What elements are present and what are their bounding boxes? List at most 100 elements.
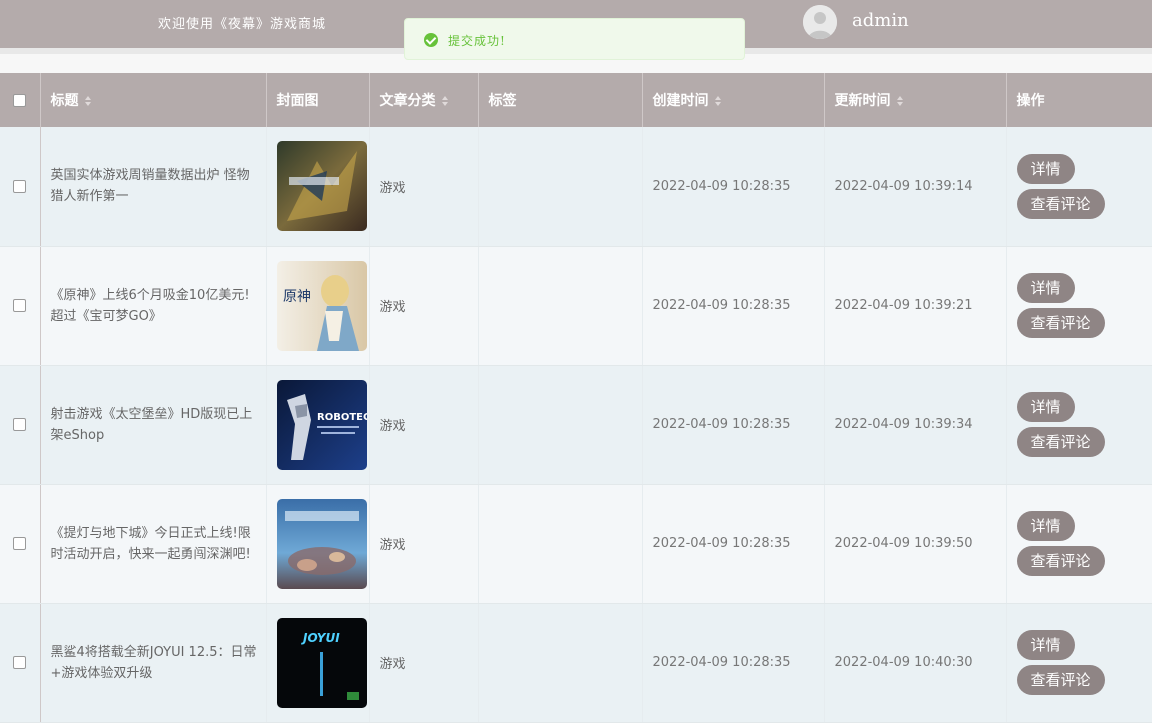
cover-image-icon — [276, 498, 367, 589]
view-comments-button[interactable]: 查看评论 — [1016, 665, 1105, 695]
sort-icon[interactable] — [714, 96, 722, 106]
column-label: 标题 — [50, 93, 79, 109]
cover-image-icon — [276, 141, 367, 232]
cover-text: ROBOTECH — [317, 412, 367, 423]
actions-cell: 详情 查看评论 — [1006, 603, 1152, 723]
column-label: 创建时间 — [652, 93, 709, 109]
view-comments-button[interactable]: 查看评论 — [1016, 308, 1105, 338]
cover-cell — [266, 127, 370, 247]
actions-cell: 详情 查看评论 — [1006, 246, 1152, 366]
row-select-cell — [0, 365, 41, 485]
article-title: 英国实体游戏周销量数据出炉 怪物猎人新作第一 — [50, 168, 250, 205]
cover-cell: 原神 — [266, 246, 370, 366]
updated-cell: 2022-04-09 10:39:14 — [824, 127, 1007, 247]
title-cell: 英国实体游戏周销量数据出炉 怪物猎人新作第一 — [40, 127, 267, 247]
detail-button[interactable]: 详情 — [1016, 630, 1075, 660]
row-select-cell — [0, 484, 41, 604]
toast-message: 提交成功! — [448, 34, 506, 48]
title-cell: 《提灯与地下城》今日正式上线!限时活动开启，快来一起勇闯深渊吧! — [40, 484, 267, 604]
detail-button[interactable]: 详情 — [1016, 273, 1075, 303]
row-checkbox[interactable] — [13, 418, 27, 431]
category-cell: 游戏 — [369, 365, 479, 485]
row-checkbox[interactable] — [13, 179, 27, 193]
sort-icon[interactable] — [84, 96, 92, 106]
select-all-cell — [0, 73, 41, 127]
column-label: 封面图 — [276, 93, 319, 109]
genshin-cover: 原神 — [276, 260, 367, 351]
created-time: 2022-04-09 10:28:35 — [652, 178, 791, 194]
tags-cell — [478, 365, 643, 485]
actions-cell: 详情 查看评论 — [1006, 484, 1152, 604]
column-header-actions: 操作 — [1006, 73, 1152, 127]
column-label: 更新时间 — [834, 93, 891, 109]
actions-cell: 详情 查看评论 — [1006, 365, 1152, 485]
cover-cell: ROBOTECH — [266, 365, 370, 485]
created-cell: 2022-04-09 10:28:35 — [642, 246, 825, 366]
sort-icon[interactable] — [441, 96, 449, 106]
tags-cell — [478, 484, 643, 604]
updated-time: 2022-04-09 10:40:30 — [834, 655, 973, 670]
robotech-cover: ROBOTECH — [276, 379, 367, 470]
article-table: 标题 封面图 文章分类 标签 创建时间 更新时间 操作 英国实体游戏周销量数据出… — [0, 73, 1152, 723]
column-header-category[interactable]: 文章分类 — [369, 73, 479, 127]
article-title: 黑鲨4将搭载全新JOYUI 12.5：日常+游戏体验双升级 — [50, 644, 257, 681]
view-comments-button[interactable]: 查看评论 — [1016, 546, 1105, 576]
cover-cell: JOYUI — [266, 603, 370, 723]
cover-text: JOYUI — [301, 631, 340, 645]
created-time: 2022-04-09 10:28:35 — [652, 536, 791, 551]
monster-hunter-cover — [276, 141, 367, 232]
cover-image-icon: 原神 — [276, 260, 367, 351]
title-cell: 射击游戏《太空堡垒》HD版现已上架eShop — [40, 365, 267, 485]
tags-cell — [478, 246, 643, 366]
created-cell: 2022-04-09 10:28:35 — [642, 603, 825, 723]
cover-cell — [266, 484, 370, 604]
table-row: 《原神》上线6个月吸金10亿美元!超过《宝可梦GO》 原神 游戏 2022-04… — [0, 246, 1152, 366]
cover-text: 原神 — [283, 289, 311, 305]
category-text: 游戏 — [379, 300, 406, 315]
category-cell: 游戏 — [369, 127, 479, 247]
row-checkbox[interactable] — [13, 656, 27, 669]
success-toast: 提交成功! — [404, 18, 745, 60]
row-checkbox[interactable] — [13, 299, 27, 312]
username[interactable]: admin — [852, 10, 909, 31]
category-text: 游戏 — [379, 419, 406, 434]
title-cell: 《原神》上线6个月吸金10亿美元!超过《宝可梦GO》 — [40, 246, 267, 366]
updated-cell: 2022-04-09 10:39:34 — [824, 365, 1007, 485]
created-time: 2022-04-09 10:28:35 — [652, 417, 791, 432]
category-cell: 游戏 — [369, 603, 479, 723]
title-cell: 黑鲨4将搭载全新JOYUI 12.5：日常+游戏体验双升级 — [40, 603, 267, 723]
column-header-updated[interactable]: 更新时间 — [824, 73, 1007, 127]
success-check-icon — [424, 33, 438, 47]
table-header-row: 标题 封面图 文章分类 标签 创建时间 更新时间 操作 — [0, 73, 1152, 127]
detail-button[interactable]: 详情 — [1016, 153, 1075, 184]
article-title: 《原神》上线6个月吸金10亿美元!超过《宝可梦GO》 — [50, 287, 250, 324]
created-cell: 2022-04-09 10:28:35 — [642, 484, 825, 604]
row-checkbox[interactable] — [13, 537, 27, 550]
sort-icon[interactable] — [896, 96, 904, 106]
joyui-cover: JOYUI — [276, 617, 367, 708]
column-header-created[interactable]: 创建时间 — [642, 73, 825, 127]
table-row: 英国实体游戏周销量数据出炉 怪物猎人新作第一 游戏 2022-04-09 10:… — [0, 127, 1152, 247]
cover-image-icon: ROBOTECH — [276, 379, 367, 470]
created-cell: 2022-04-09 10:28:35 — [642, 127, 825, 247]
view-comments-button[interactable]: 查看评论 — [1016, 188, 1105, 219]
user-avatar-icon — [803, 5, 837, 39]
view-comments-button[interactable]: 查看评论 — [1016, 427, 1105, 457]
select-all-checkbox[interactable] — [13, 93, 27, 107]
column-header-cover: 封面图 — [266, 73, 370, 127]
table-row: 射击游戏《太空堡垒》HD版现已上架eShop ROBOTECH 游戏 20 — [0, 365, 1152, 485]
created-cell: 2022-04-09 10:28:35 — [642, 365, 825, 485]
actions-cell: 详情 查看评论 — [1006, 127, 1152, 247]
detail-button[interactable]: 详情 — [1016, 511, 1075, 541]
updated-cell: 2022-04-09 10:39:50 — [824, 484, 1007, 604]
detail-button[interactable]: 详情 — [1016, 392, 1075, 422]
column-header-title[interactable]: 标题 — [40, 73, 267, 127]
row-select-cell — [0, 127, 41, 247]
updated-time: 2022-04-09 10:39:34 — [834, 417, 973, 432]
column-label: 标签 — [488, 93, 517, 109]
updated-cell: 2022-04-09 10:40:30 — [824, 603, 1007, 723]
cover-image-icon: JOYUI — [276, 617, 367, 708]
article-title: 《提灯与地下城》今日正式上线!限时活动开启，快来一起勇闯深渊吧! — [50, 525, 251, 562]
avatar[interactable] — [803, 5, 837, 39]
created-time: 2022-04-09 10:28:35 — [652, 298, 791, 313]
